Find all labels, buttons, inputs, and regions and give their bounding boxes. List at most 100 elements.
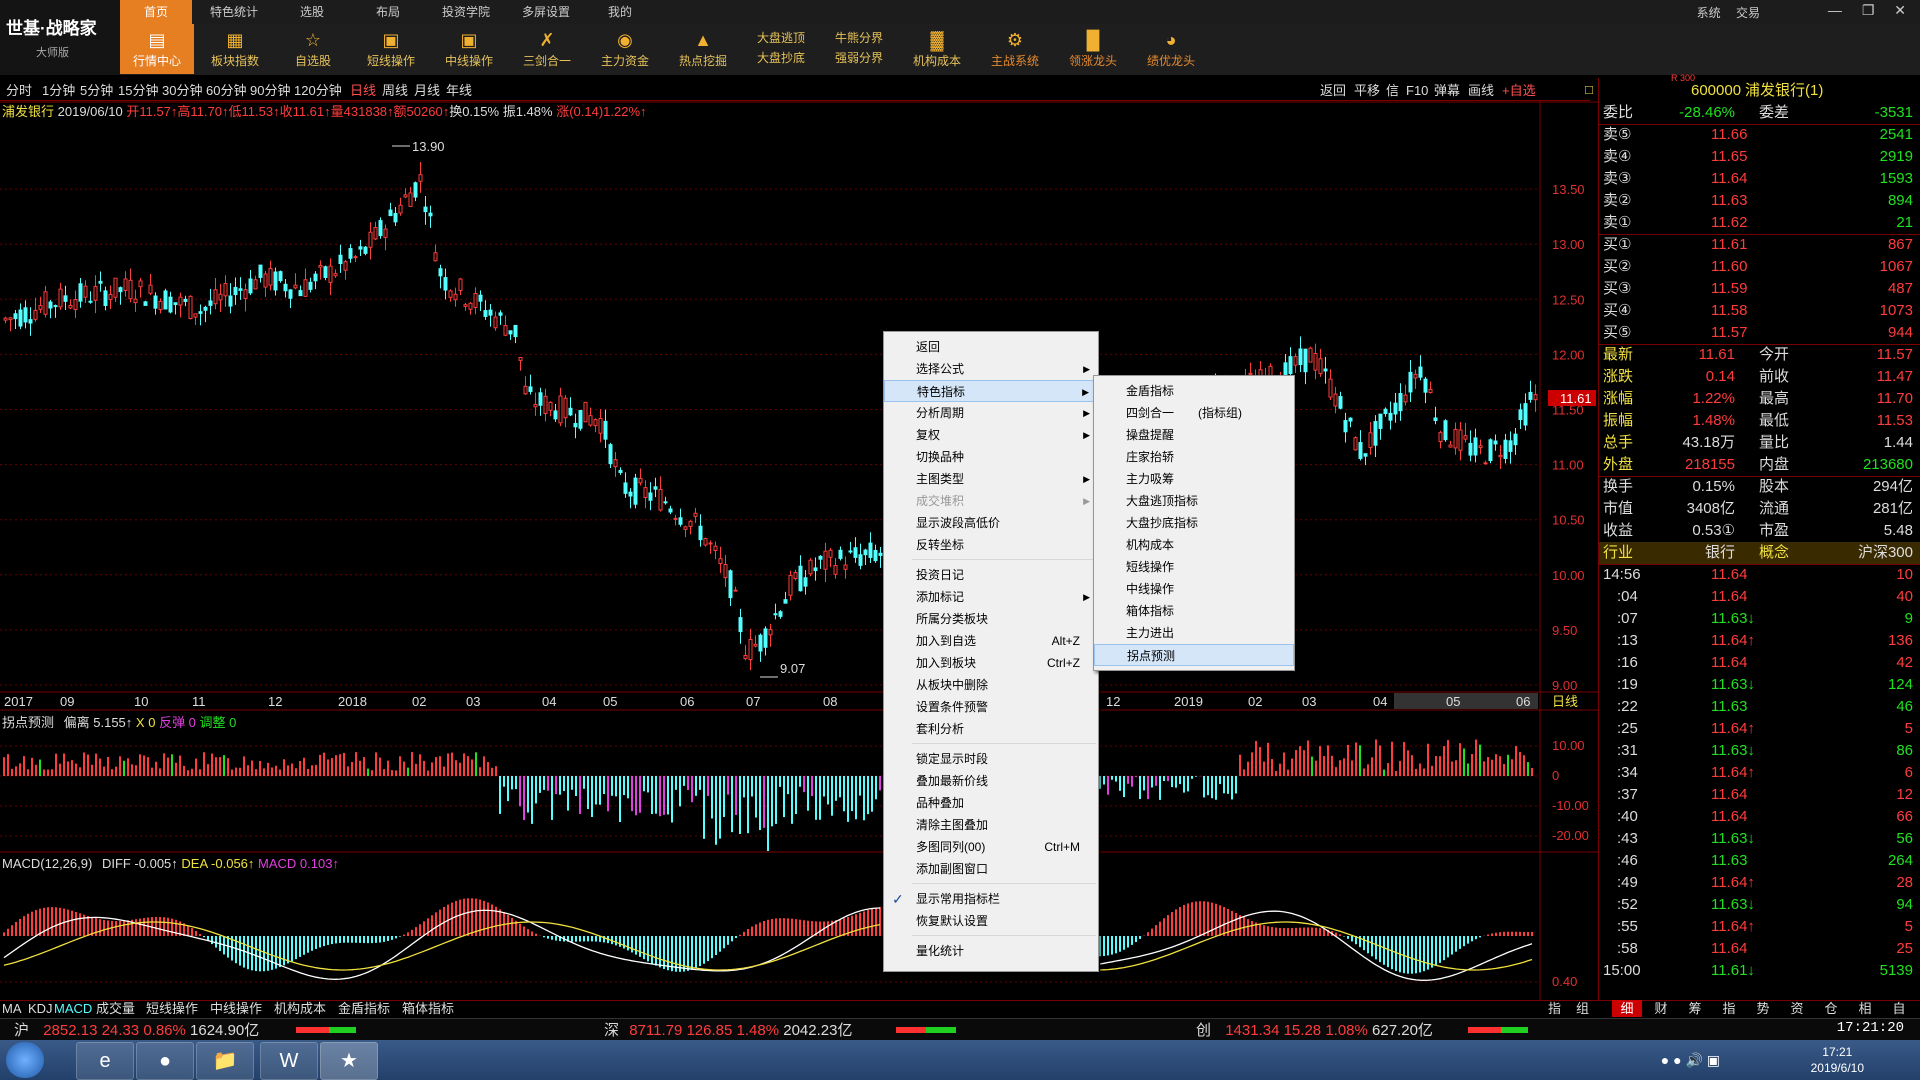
toolbar-tail-0[interactable]: ▓ 机构成本 bbox=[900, 24, 974, 74]
submenu-item-7[interactable]: 机构成本 bbox=[1094, 534, 1294, 556]
indicator-tab-4[interactable]: 短线操作 bbox=[146, 1000, 198, 1017]
tick-row-6[interactable]: :22 11.63 46 bbox=[1599, 696, 1920, 718]
toolbar-btn-6[interactable]: ◉ 主力资金 bbox=[588, 24, 662, 74]
period-tab-9[interactable]: 周线 bbox=[382, 82, 408, 100]
nav-tab-5[interactable]: 多屏设置 bbox=[508, 0, 584, 24]
tick-row-15[interactable]: :52 11.63↓ 94 bbox=[1599, 894, 1920, 916]
toolbar-pair-1[interactable]: 牛熊分界 强弱分界 bbox=[822, 28, 896, 78]
submenu-item-1[interactable]: 四剑合一 (指标组) bbox=[1094, 402, 1294, 424]
nav-tab-6[interactable]: 我的 bbox=[588, 0, 652, 24]
fund-row-0[interactable]: 换手 0.15% 股本 294亿 bbox=[1599, 476, 1920, 498]
submenu-item-3[interactable]: 庄家抬轿 bbox=[1094, 446, 1294, 468]
indicator-tab-7[interactable]: 金盾指标 bbox=[338, 1000, 390, 1017]
menu-item-11[interactable]: 投资日记 bbox=[884, 564, 1098, 586]
office-icon[interactable]: W bbox=[260, 1042, 318, 1080]
ask-row-1[interactable]: 卖④ 11.65 2919 bbox=[1599, 146, 1920, 168]
period-tab-10[interactable]: 月线 bbox=[414, 82, 440, 100]
menu-item-18[interactable]: 套利分析 bbox=[884, 718, 1098, 740]
menu-item-16[interactable]: 从板块中删除 bbox=[884, 674, 1098, 696]
tick-row-5[interactable]: :19 11.63↓ 124 bbox=[1599, 674, 1920, 696]
submenu-item-0[interactable]: 金盾指标 bbox=[1094, 380, 1294, 402]
pair-bottom[interactable]: 强弱分界 bbox=[822, 48, 896, 68]
menu-item-21[interactable]: 叠加最新价线 bbox=[884, 770, 1098, 792]
menu-item-22[interactable]: 品种叠加 bbox=[884, 792, 1098, 814]
menu-item-24[interactable]: 多图同列(00) Ctrl+M bbox=[884, 836, 1098, 858]
tray-icons[interactable]: ● ● 🔊 ▣ bbox=[1661, 1052, 1720, 1069]
period-tab-7[interactable]: 120分钟 bbox=[294, 82, 342, 100]
fund-row-1[interactable]: 市值 3408亿 流通 281亿 bbox=[1599, 498, 1920, 520]
menu-item-15[interactable]: 加入到板块 Ctrl+Z bbox=[884, 652, 1098, 674]
nav-tab-3[interactable]: 布局 bbox=[352, 0, 424, 24]
menu-item-5[interactable]: 切换品种 bbox=[884, 446, 1098, 468]
period-tab-3[interactable]: 15分钟 bbox=[118, 82, 158, 100]
quote-row-5[interactable]: 外盘 218155 内盘 213680 bbox=[1599, 454, 1920, 476]
indicator-tab-5[interactable]: 中线操作 bbox=[210, 1000, 262, 1017]
toolbar-tail-1[interactable]: ⚙ 主战系统 bbox=[978, 24, 1052, 74]
nav-tab-4[interactable]: 投资学院 bbox=[428, 0, 504, 24]
tick-row-18[interactable]: 15:00 11.61↓ 5139 bbox=[1599, 960, 1920, 982]
toolbar-btn-4[interactable]: ▣ 中线操作 bbox=[432, 24, 506, 74]
chart-tool-3[interactable]: F10 bbox=[1406, 82, 1428, 100]
toolbar-btn-7[interactable]: ▲ 热点挖掘 bbox=[666, 24, 740, 74]
period-tab-11[interactable]: 年线 bbox=[446, 82, 472, 100]
quote-row-0[interactable]: 最新 11.61 今开 11.57 bbox=[1599, 344, 1920, 366]
bid-row-4[interactable]: 买⑤ 11.57 944 bbox=[1599, 322, 1920, 344]
tick-row-17[interactable]: :58 11.64 25 bbox=[1599, 938, 1920, 960]
panel-tab-4[interactable]: 势 bbox=[1748, 1000, 1778, 1017]
menu-item-20[interactable]: 锁定显示时段 bbox=[884, 748, 1098, 770]
nav-tab-2[interactable]: 选股 bbox=[276, 0, 348, 24]
indicator-tab-1[interactable]: KDJ bbox=[28, 1000, 53, 1017]
menu-item-28[interactable]: 恢复默认设置 bbox=[884, 910, 1098, 932]
panel-tab-7[interactable]: 相 bbox=[1850, 1000, 1880, 1017]
indicator-tab-6[interactable]: 机构成本 bbox=[274, 1000, 326, 1017]
folder-icon[interactable]: 📁 bbox=[196, 1042, 254, 1080]
nav-tab-0[interactable]: 首页 bbox=[120, 0, 192, 24]
menu-item-17[interactable]: 设置条件预警 bbox=[884, 696, 1098, 718]
toolbar-btn-2[interactable]: ☆ 自选股 bbox=[276, 24, 350, 74]
panel-tab-8[interactable]: 自 bbox=[1884, 1000, 1914, 1017]
indicator-tab-8[interactable]: 箱体指标 bbox=[402, 1000, 454, 1017]
period-tab-0[interactable]: 分时 bbox=[6, 82, 32, 100]
tick-row-9[interactable]: :34 11.64↑ 6 bbox=[1599, 762, 1920, 784]
quote-row-1[interactable]: 涨跌 0.14 前收 11.47 bbox=[1599, 366, 1920, 388]
sz-index[interactable]: 深 8711.79 126.85 1.48% 2042.23亿 bbox=[604, 1019, 852, 1040]
indicator-tab-0[interactable]: MA bbox=[2, 1000, 22, 1017]
toolbar-btn-0[interactable]: ▤ 行情中心 bbox=[120, 24, 194, 74]
ask-row-3[interactable]: 卖② 11.63 894 bbox=[1599, 190, 1920, 212]
menu-item-9[interactable]: 反转坐标 bbox=[884, 534, 1098, 556]
period-tab-8[interactable]: 日线 bbox=[350, 82, 376, 100]
tick-row-2[interactable]: :07 11.63↓ 9 bbox=[1599, 608, 1920, 630]
submenu-item-10[interactable]: 箱体指标 bbox=[1094, 600, 1294, 622]
menu-item-3[interactable]: 分析周期 ▶ bbox=[884, 402, 1098, 424]
panel-toggle-icon[interactable]: □ bbox=[1585, 79, 1593, 101]
toolbar-pair-0[interactable]: 大盘逃顶 大盘抄底 bbox=[744, 28, 818, 78]
menu-item-2[interactable]: 特色指标 ▶ bbox=[884, 380, 1098, 402]
ask-row-4[interactable]: 卖① 11.62 21 bbox=[1599, 212, 1920, 234]
bid-row-0[interactable]: 买① 11.61 867 bbox=[1599, 234, 1920, 256]
tick-row-8[interactable]: :31 11.63↓ 86 bbox=[1599, 740, 1920, 762]
toolbar-btn-1[interactable]: ▦ 板块指数 bbox=[198, 24, 272, 74]
tick-row-14[interactable]: :49 11.64↑ 28 bbox=[1599, 872, 1920, 894]
panel-tab-5[interactable]: 资 bbox=[1782, 1000, 1812, 1017]
submenu-item-4[interactable]: 主力吸筹 bbox=[1094, 468, 1294, 490]
menu-item-4[interactable]: 复权 ▶ bbox=[884, 424, 1098, 446]
menu-item-23[interactable]: 清除主图叠加 bbox=[884, 814, 1098, 836]
fund-row-3[interactable]: 行业 银行 概念 沪深300 bbox=[1599, 542, 1920, 564]
tick-row-0[interactable]: 14:56 11.64 10 bbox=[1599, 564, 1920, 586]
indicator-tab-3[interactable]: 成交量 bbox=[96, 1000, 135, 1017]
tick-row-13[interactable]: :46 11.63 264 bbox=[1599, 850, 1920, 872]
quote-row-4[interactable]: 总手 43.18万 量比 1.44 bbox=[1599, 432, 1920, 454]
panel-tab-2[interactable]: 筹 bbox=[1680, 1000, 1710, 1017]
submenu-item-12[interactable]: 拐点预测 bbox=[1094, 644, 1294, 666]
chart-tool-5[interactable]: 画线 bbox=[1468, 82, 1494, 100]
ask-row-2[interactable]: 卖③ 11.64 1593 bbox=[1599, 168, 1920, 190]
menu-item-1[interactable]: 选择公式 ▶ bbox=[884, 358, 1098, 380]
menu-item-8[interactable]: 显示波段高低价 bbox=[884, 512, 1098, 534]
bid-row-1[interactable]: 买② 11.60 1067 bbox=[1599, 256, 1920, 278]
chart-tool-1[interactable]: 平移 bbox=[1354, 82, 1380, 100]
period-tab-6[interactable]: 90分钟 bbox=[250, 82, 290, 100]
toolbar-tail-3[interactable]: ◕ 绩优龙头 bbox=[1134, 24, 1208, 74]
quote-row-3[interactable]: 振幅 1.48% 最低 11.53 bbox=[1599, 410, 1920, 432]
tick-row-3[interactable]: :13 11.64↑ 136 bbox=[1599, 630, 1920, 652]
chart-tool-2[interactable]: 信 bbox=[1386, 82, 1399, 100]
